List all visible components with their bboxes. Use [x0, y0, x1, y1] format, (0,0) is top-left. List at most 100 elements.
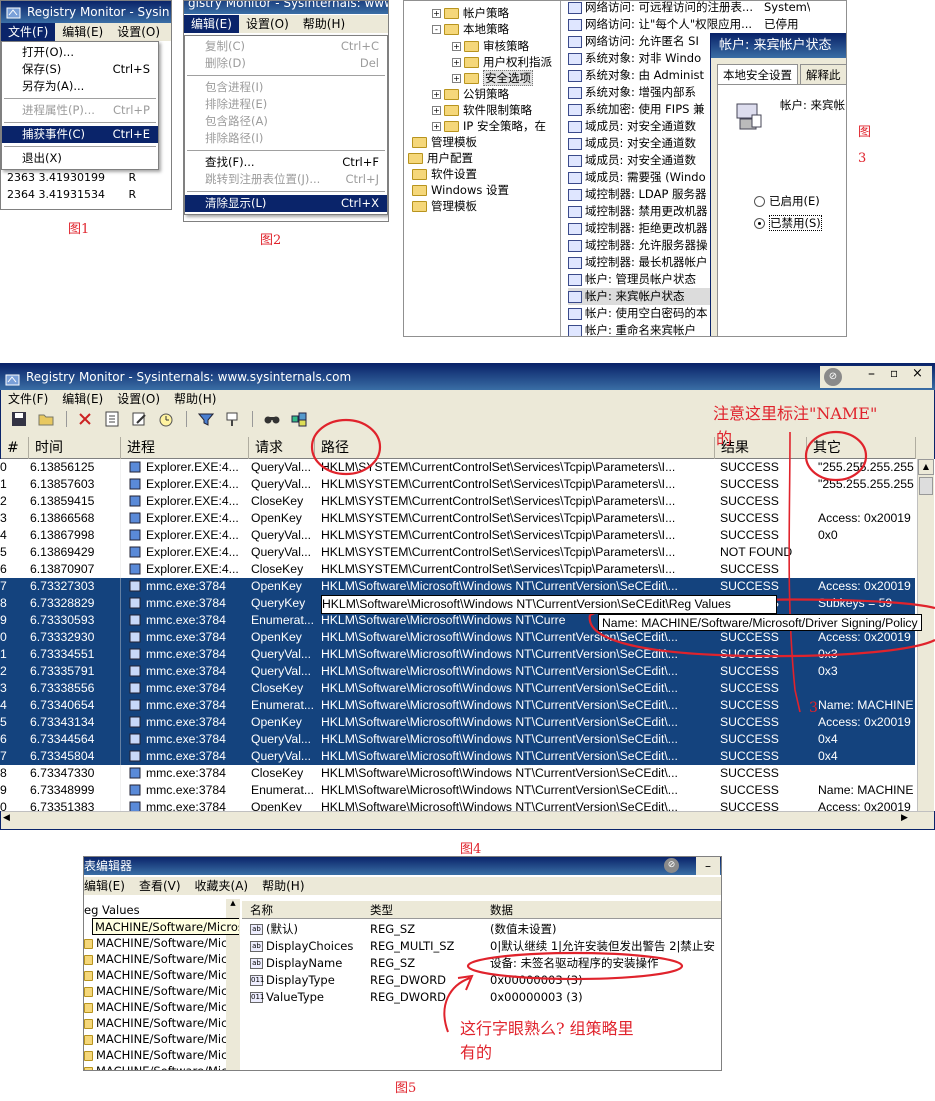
column-header[interactable]: 进程: [121, 437, 249, 459]
regedit-jump-icon[interactable]: [291, 411, 308, 427]
open-folder-icon[interactable]: [38, 411, 55, 427]
table-row[interactable]: 2 6.73335791 mmc.exe:3784 QueryVal... HKLM\S…: [0, 663, 915, 680]
registry-key[interactable]: MACHINE/Software/Mic: [84, 1015, 227, 1032]
tree-node[interactable]: 软件设置: [412, 166, 477, 182]
policy-item[interactable]: 域成员: 对安全通道数: [568, 135, 696, 152]
registry-key[interactable]: MACHINE/Software/Mic: [84, 999, 227, 1016]
menu-item[interactable]: 排除进程(E): [185, 96, 387, 113]
fig1-menu-help[interactable]: 帮: [167, 23, 171, 41]
policy-item[interactable]: 域控制器: 最长机器帐户: [568, 254, 708, 271]
find-icon[interactable]: [264, 411, 281, 427]
menu-item[interactable]: 包含进程(I): [185, 79, 387, 96]
fig5-tree-root[interactable]: eg Values: [84, 902, 140, 919]
policy-item[interactable]: 系统加密: 使用 FIPS 兼: [568, 101, 705, 118]
scroll-up-icon[interactable]: ▲: [226, 899, 240, 907]
menu-item[interactable]: 清除显示(L) Ctrl+X: [185, 195, 387, 212]
policy-item[interactable]: 帐户: 重命名来宾帐户: [568, 322, 696, 336]
tree-node[interactable]: + IP 安全策略，在: [432, 118, 546, 134]
pin-icon[interactable]: ⊘: [664, 858, 679, 873]
tree-node[interactable]: 用户配置: [408, 150, 473, 166]
expand-icon[interactable]: +: [432, 90, 441, 99]
expand-icon[interactable]: +: [452, 58, 461, 67]
registry-value-row[interactable]: 011 DisplayType REG_DWORD 0x00000003 (3): [242, 972, 721, 989]
fig4-vertical-scrollbar[interactable]: ▲: [917, 459, 934, 811]
column-header[interactable]: 路径: [315, 437, 715, 459]
policy-item[interactable]: 帐户: 使用空白密码的本: [568, 305, 708, 322]
table-row[interactable]: 7 6.73327303 mmc.exe:3784 OpenKey HKLM\Softw…: [0, 578, 915, 595]
table-row[interactable]: 4 6.13867998 Explorer.EXE:4... QueryVal... H…: [0, 527, 915, 544]
minimize-icon[interactable]: –: [868, 366, 875, 382]
column-header[interactable]: 时间: [29, 437, 121, 459]
minimize-icon[interactable]: –: [696, 857, 720, 875]
policy-item[interactable]: 域控制器: LDAP 服务器: [568, 186, 707, 203]
table-row[interactable]: 4 6.73340654 mmc.exe:3784 Enumerat... HKLM\S…: [0, 697, 915, 714]
policy-item[interactable]: 帐户: 管理员帐户状态: [568, 271, 696, 288]
table-row[interactable]: 0 6.73351383 mmc.exe:3784 OpenKey HKLM\Softw…: [0, 799, 915, 811]
fig4-menu-edit[interactable]: 编辑(E): [55, 390, 110, 408]
highlight-icon[interactable]: [224, 411, 241, 427]
registry-key[interactable]: MACHINE/Software/Mic: [84, 967, 227, 984]
policy-item[interactable]: 域成员: 需要强 (Windo: [568, 169, 706, 186]
table-row[interactable]: 2 6.13859415 Explorer.EXE:4... CloseKey HKLM…: [0, 493, 915, 510]
column-name[interactable]: 名称: [250, 901, 273, 919]
registry-value-row[interactable]: 011 ValueType REG_DWORD 0x00000003 (3): [242, 989, 721, 1006]
table-row[interactable]: 1 6.13857603 Explorer.EXE:4... QueryVal... H…: [0, 476, 915, 493]
registry-key[interactable]: MACHINE/Software/Mic: [84, 935, 227, 952]
tree-node[interactable]: Windows 设置: [412, 182, 509, 198]
tree-node[interactable]: 管理模板: [412, 134, 477, 150]
table-row[interactable]: 6 6.73344564 mmc.exe:3784 QueryVal... HKLM\S…: [0, 731, 915, 748]
table-row[interactable]: 5 6.13869429 Explorer.EXE:4... QueryVal... H…: [0, 544, 915, 561]
fig4-menu-settings[interactable]: 设置(O): [110, 390, 167, 408]
policy-item[interactable]: 网络访问: 可远程访问的注册表... System\Curren: [568, 1, 810, 16]
fig5-menu-view[interactable]: 查看(V): [132, 877, 188, 895]
fig1-menu-edit[interactable]: 编辑(E): [55, 23, 110, 41]
table-row[interactable]: 0 6.13856125 Explorer.EXE:4... QueryVal... H…: [0, 459, 915, 476]
table-row[interactable]: 3 6.13866568 Explorer.EXE:4... OpenKey HKLM\…: [0, 510, 915, 527]
menu-item[interactable]: 复制(C) Ctrl+C: [185, 38, 387, 55]
column-header[interactable]: 请求: [249, 437, 315, 459]
clock-icon[interactable]: [158, 411, 175, 427]
policy-item[interactable]: 系统对象: 增强内部系: [568, 84, 696, 101]
close-icon[interactable]: ×: [912, 366, 923, 381]
policy-item[interactable]: 域控制器: 禁用更改机器: [568, 203, 708, 220]
filter-icon[interactable]: [197, 411, 215, 427]
policy-item[interactable]: 域控制器: 允许服务器操: [568, 237, 708, 254]
fig4-horizontal-scrollbar[interactable]: ◀ ▶: [1, 811, 934, 828]
registry-key[interactable]: MACHINE/Software/Mic: [84, 951, 227, 968]
column-header[interactable]: 其它: [807, 437, 916, 459]
fig4-menu-help[interactable]: 帮助(H): [167, 390, 223, 408]
tree-node[interactable]: + 帐户策略: [432, 5, 509, 21]
registry-value-row[interactable]: ab DisplayChoices REG_MULTI_SZ 0|默认继续 1|允许安…: [242, 938, 721, 955]
scroll-right-icon[interactable]: ▶: [901, 813, 908, 823]
registry-value-row[interactable]: ab (默认) REG_SZ (数值未设置): [242, 921, 721, 938]
scroll-thumb[interactable]: [919, 477, 933, 495]
expand-icon[interactable]: +: [452, 74, 461, 83]
fig4-menu-file[interactable]: 文件(F): [1, 390, 55, 408]
table-row[interactable]: 7 6.73345804 mmc.exe:3784 QueryVal... HKLM\S…: [0, 748, 915, 765]
policy-item[interactable]: 系统对象: 对非 Windo: [568, 50, 701, 67]
policy-item[interactable]: 网络访问: 允许匿名 SI: [568, 33, 699, 50]
collapse-icon[interactable]: -: [432, 25, 441, 34]
table-row[interactable]: 5 6.73343134 mmc.exe:3784 OpenKey HKLM\Softw…: [0, 714, 915, 731]
radio-disabled[interactable]: 已禁用(S): [754, 215, 822, 231]
fig1-menu-file[interactable]: 文件(F): [1, 23, 56, 41]
tree-node[interactable]: + 安全选项: [452, 70, 533, 86]
column-header[interactable]: #: [1, 437, 29, 459]
menu-item[interactable]: 打开(O)...: [2, 44, 158, 61]
policy-item[interactable]: 网络访问: 让"每个人"权限应用... 已停用: [568, 16, 799, 33]
menu-item[interactable]: 另存为(A)...: [2, 78, 158, 95]
tree-node[interactable]: 管理模板: [412, 198, 477, 214]
menu-item[interactable]: 删除(D) Del: [185, 55, 387, 72]
table-row[interactable]: 0 6.73332930 mmc.exe:3784 OpenKey HKLM\Softw…: [0, 629, 915, 646]
menu-item[interactable]: 查找(F)... Ctrl+F: [185, 154, 387, 171]
fig1-menu-settings[interactable]: 设置(O): [110, 23, 167, 41]
registry-key[interactable]: MACHINE/Software/Mic: [84, 1031, 227, 1048]
tree-node[interactable]: + 用户权利指派: [452, 54, 552, 70]
policy-item[interactable]: 域成员: 对安全通道数: [568, 118, 696, 135]
menu-item[interactable]: 退出(X): [2, 150, 158, 167]
expand-icon[interactable]: +: [432, 122, 441, 131]
table-row[interactable]: 3 6.73338556 mmc.exe:3784 CloseKey HKLM\Soft…: [0, 680, 915, 697]
menu-item[interactable]: 保存(S) Ctrl+S: [2, 61, 158, 78]
registry-key[interactable]: MACHINE/Software/Mic: [84, 983, 227, 1000]
menu-item[interactable]: 跳转到注册表位置(J)... Ctrl+J: [185, 171, 387, 188]
